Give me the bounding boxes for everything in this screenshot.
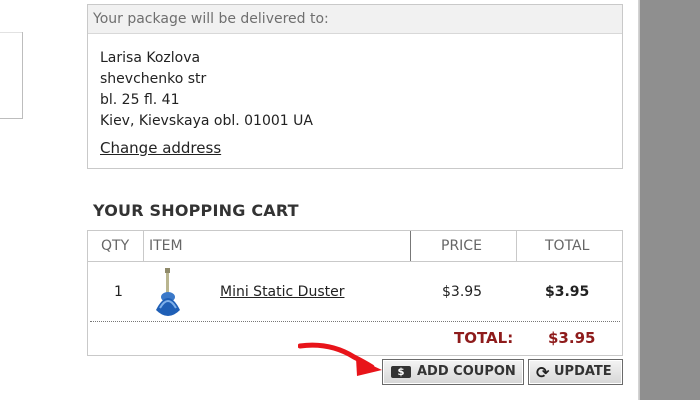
address-building: bl. 25 fl. 41	[100, 92, 180, 108]
red-arrow-annotation	[298, 342, 382, 376]
item-total: $3.95	[545, 284, 590, 300]
cart-table-header: QTY ITEM PRICE TOTAL	[88, 231, 622, 262]
item-qty: 1	[114, 284, 123, 300]
side-overlay	[640, 0, 700, 400]
add-coupon-button[interactable]: $ ADD COUPON	[382, 359, 524, 385]
refresh-icon: ⟳	[536, 363, 550, 382]
duster-product-image[interactable]	[151, 268, 185, 316]
update-label: UPDATE	[554, 364, 612, 379]
cart-total-label: TOTAL:	[454, 329, 514, 347]
address-street: shevchenko str	[100, 71, 207, 87]
coupon-dollar-icon: $	[391, 366, 411, 378]
delivery-header: Your package will be delivered to:	[88, 5, 622, 34]
coupon-icon-glyph: $	[397, 367, 405, 378]
address-city: Kiev, Kievskaya obl. 01001 UA	[100, 113, 313, 129]
item-price: $3.95	[442, 284, 483, 300]
column-total: TOTAL	[545, 238, 590, 254]
change-address-link[interactable]: Change address	[100, 139, 221, 157]
item-name-link[interactable]: Mini Static Duster	[220, 284, 344, 300]
column-divider	[143, 231, 144, 261]
update-cart-button[interactable]: ⟳ UPDATE	[528, 359, 623, 385]
column-item: ITEM	[149, 238, 183, 254]
address-name: Larisa Kozlova	[100, 50, 201, 66]
row-separator	[90, 321, 620, 322]
column-divider	[410, 231, 411, 261]
left-panel-fragment	[0, 32, 23, 119]
cart-title: YOUR SHOPPING CART	[93, 201, 299, 220]
column-divider	[516, 231, 517, 261]
delivery-address: Larisa Kozlova shevchenko str bl. 25 fl.…	[100, 48, 313, 132]
delivery-box: Your package will be delivered to: Laris…	[87, 4, 623, 169]
cart-total-value: $3.95	[548, 329, 596, 347]
column-qty: QTY	[101, 238, 130, 254]
add-coupon-label: ADD COUPON	[417, 364, 516, 379]
column-price: PRICE	[441, 238, 482, 254]
